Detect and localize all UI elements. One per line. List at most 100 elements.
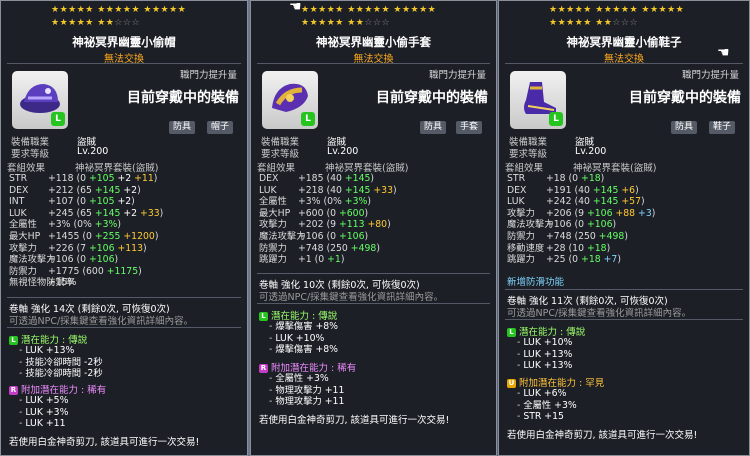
item-title: 神祕冥界幽靈小偷帽 <box>72 35 176 49</box>
additional-potential-line: 物理攻擊力 +11 <box>269 396 344 408</box>
upgrade-note: 可透過NPC/採集鍵查看強化資訊詳細內容。 <box>9 316 194 327</box>
scissors-note: 若使用白金神奇剪刀, 該道具可進行一次交易! <box>259 415 450 426</box>
potential-line: 技能冷卻時間 -2秒 <box>19 357 102 369</box>
type-tag-armor: 防具 <box>168 121 195 134</box>
equipped-label: 目前穿戴中的裝備 <box>629 90 741 106</box>
potential-line: 技能冷卻時間 -2秒 <box>19 368 102 380</box>
additional-potential-line: LUK +11 <box>19 418 68 430</box>
divider <box>257 63 490 64</box>
additional-potential-line: 全屬性 +3% <box>517 400 576 412</box>
stat-row: STR +118 (0 +105 +2 +11) <box>9 173 158 184</box>
level-label: 要求等級 <box>509 149 548 160</box>
type-tag-armor: 防具 <box>419 121 446 134</box>
level-value: Lv.200 <box>77 146 109 157</box>
item-icon-frame: L <box>12 71 68 129</box>
level-label: 要求等級 <box>11 149 50 160</box>
stat-row: LUK +242 (40 +145 +57) <box>507 196 645 208</box>
potential-line: 爆擊傷害 +8% <box>269 344 338 356</box>
stat-list: STR +18 (0 +18) DEX +191 (40 +145 +6) LUK … <box>507 173 655 266</box>
additional-potential-line: 全屬性 +3% <box>269 373 344 385</box>
upgrade-note: 可透過NPC/採集鍵查看強化資訊詳細內容。 <box>259 292 444 303</box>
additional-potential-line: LUK +3% <box>19 407 68 419</box>
stat-row: 攻擊力 +226 (7 +106 +113) <box>9 242 147 254</box>
item-icon-frame: L <box>262 71 318 129</box>
stat-list: STR +118 (0 +105 +2 +11) DEX +212 (65 +14… <box>9 173 163 289</box>
stat-row: DEX +191 (40 +145 +6) <box>507 184 639 196</box>
star-force-row1: ★★★★★ ★★★★★ ★★★★★ <box>549 5 685 15</box>
level-label: 要求等級 <box>261 149 300 160</box>
divider <box>257 273 490 274</box>
set-effect: 套組效果 神祕冥界套裝(盜賊) <box>257 163 409 174</box>
potential-header: L 潛在能力 : 傳說 <box>507 324 585 338</box>
stat-row: 最大HP +600 (0 +600) <box>259 207 369 219</box>
stat-row: 移動速度 +28 (10 +18) <box>507 242 611 254</box>
stat-row: STR +18 (0 +18) <box>507 173 605 184</box>
item-tooltip-shoes: ★★★★★ ★★★★★ ★★★★★ ★★★★★ ★★☆☆☆ ☚ 神祕冥界幽靈小偷… <box>498 0 750 456</box>
stat-row: 跳躍力 +1 (0 +1) <box>259 254 345 266</box>
additional-potential-lines: 全屬性 +3%物理攻擊力 +11物理攻擊力 +11 <box>269 373 344 408</box>
divider <box>505 289 743 290</box>
rare-grade-icon: R <box>259 364 268 373</box>
potential-lines: LUK +13%技能冷卻時間 -2秒技能冷卻時間 -2秒 <box>19 345 103 380</box>
level-value: Lv.200 <box>575 146 607 157</box>
legendary-grade-icon: L <box>9 336 18 345</box>
additional-potential-header: U 附加潛在能力 : 罕見 <box>507 378 605 389</box>
legendary-grade-icon: L <box>507 328 516 337</box>
stat-row: 無視怪物防禦率 +15% <box>9 277 77 289</box>
additional-potential-header: R 附加潛在能力 : 稀有 <box>9 385 107 396</box>
potential-lines: 爆擊傷害 +8%LUK +10%爆擊傷害 +8% <box>269 321 338 356</box>
upgrade-power-label: 職門力提升量 <box>681 70 739 81</box>
divider <box>505 63 743 64</box>
stat-row: 魔法攻擊力 +106 (0 +106) <box>507 219 617 231</box>
stat-row: 全屬性 +3% (0% +3%) <box>9 219 121 231</box>
potential-header: L 潛在能力 : 傳說 <box>259 308 337 322</box>
item-icon-frame: L <box>510 71 566 129</box>
stat-row: 防禦力 +1775 (600 +1175) <box>9 265 142 277</box>
upgrade-power-label: 職門力提升量 <box>179 70 237 81</box>
potential-header: L 潛在能力 : 傳說 <box>9 332 87 346</box>
set-effect: 套組效果 神祕冥界套裝(盜賊) <box>505 163 657 174</box>
item-title: 神祕冥界幽靈小偷鞋子 <box>566 35 682 49</box>
star-force-row1: ★★★★★ ★★★★★ ★★★★★ <box>51 5 187 15</box>
additional-potential-line: LUK +6% <box>517 388 577 400</box>
scissors-note: 若使用白金神奇剪刀, 該道具可進行一次交易! <box>507 430 698 441</box>
legendary-lock-icon: L <box>549 112 563 126</box>
divider <box>7 63 241 64</box>
stat-row: 防禦力 +748 (250 +498) <box>507 230 628 242</box>
star-force-row2: ★★★★★ ★★☆☆☆ <box>549 18 639 28</box>
stat-row: DEX +185 (40 +145) <box>259 173 375 184</box>
legendary-grade-icon: L <box>259 312 268 321</box>
set-effect: 套組效果 神祕冥界套裝(盜賊) <box>7 163 159 174</box>
stat-row: 全屬性 +3% (0% +3%) <box>259 196 371 208</box>
scissors-note: 若使用白金神奇剪刀, 該道具可進行一次交易! <box>9 437 200 448</box>
potential-line: LUK +13% <box>19 345 103 357</box>
potential-line: LUK +10% <box>269 333 338 345</box>
stat-list: DEX +185 (40 +145) LUK +218 (40 +145 +33)… <box>259 173 397 266</box>
item-title: 神祕冥界幽靈小偷手套 <box>316 35 431 49</box>
type-tag-slot: 帽子 <box>206 121 233 134</box>
item-tooltip-gloves: ★★★★★ ★★★★★ ★★★★★ ★★★★★ ★★☆☆☆ ☚ 神祕冥界幽靈小偷… <box>250 0 497 456</box>
type-tag-armor: 防具 <box>670 121 697 134</box>
potential-line: LUK +10% <box>517 337 572 349</box>
stat-row: 最大HP +1455 (0 +255 +1200) <box>9 230 159 242</box>
stat-row: INT +107 (0 +105 +2) <box>9 196 135 208</box>
potential-line: LUK +13% <box>517 349 572 361</box>
additional-potential-header: R 附加潛在能力 : 稀有 <box>259 363 357 374</box>
stat-row: 攻擊力 +202 (9 +113 +80) <box>259 219 391 231</box>
stat-row: DEX +212 (65 +145 +2) <box>9 184 141 196</box>
stat-row: 防禦力 +748 (250 +498) <box>259 242 380 254</box>
stat-row: LUK +245 (65 +145 +2 +33) <box>9 207 164 219</box>
rare-grade-icon: R <box>9 386 18 395</box>
additional-potential-line: 物理攻擊力 +11 <box>269 385 344 397</box>
additional-potential-lines: LUK +6%全屬性 +3%STR +15 <box>517 388 577 423</box>
stat-row: 跳躍力 +25 (0 +18 +7) <box>507 254 621 266</box>
divider <box>505 319 743 320</box>
item-tooltip-hat: ★★★★★ ★★★★★ ★★★★★ ★★★★★ ★★☆☆☆ 神祕冥界幽靈小偷帽 … <box>0 0 248 456</box>
legendary-lock-icon: L <box>301 112 315 126</box>
type-tag-slot: 鞋子 <box>708 121 735 134</box>
hand-cursor-icon: ☚ <box>289 0 302 15</box>
stat-row: 魔法攻擊力 +106 (0 +106) <box>259 230 369 242</box>
new-function-label: 新增防滑功能 <box>507 277 565 288</box>
equipped-label: 目前穿戴中的裝備 <box>127 90 239 106</box>
level-value: Lv.200 <box>327 146 359 157</box>
